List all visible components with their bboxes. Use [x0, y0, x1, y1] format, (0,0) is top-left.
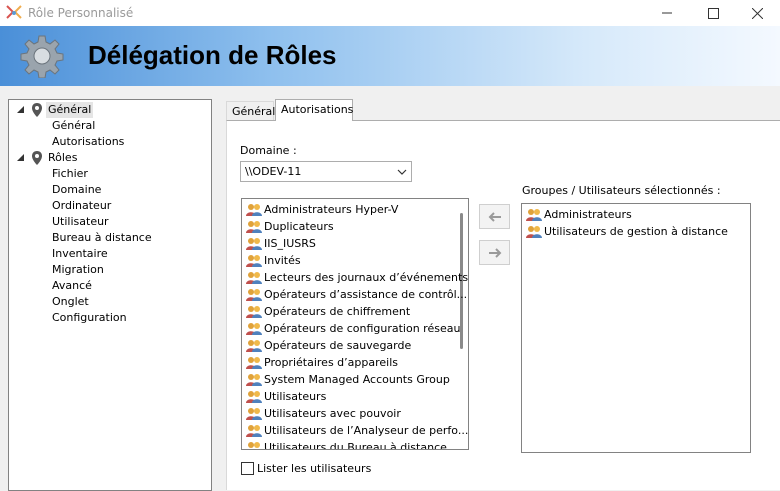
tree-item-general[interactable]: Général [52, 118, 95, 134]
navigation-tree: Général Général Autorisations Rôles Fich… [8, 99, 212, 491]
user-group-icon [246, 255, 262, 267]
tree-item-utilisateur[interactable]: Utilisateur [52, 214, 109, 230]
list-users-label: Lister les utilisateurs [257, 462, 372, 475]
tree-node-roles[interactable]: Rôles [17, 150, 197, 166]
user-group-icon [248, 442, 260, 448]
user-group-icon [246, 391, 262, 403]
user-group-icon [246, 408, 262, 420]
list-item-label: Duplicateurs [264, 220, 334, 233]
domain-label: Domaine : [240, 144, 297, 157]
page-title: Délégation de Rôles [88, 40, 337, 70]
close-button[interactable] [734, 0, 780, 26]
list-item-label: Propriétaires d’appareils [264, 356, 398, 369]
user-group-icon [246, 340, 262, 352]
tab-autorisations[interactable]: Autorisations [275, 99, 353, 121]
list-item-label: Opérateurs d’assistance de contrôl... [264, 288, 468, 301]
user-group-icon [246, 272, 262, 284]
list-item-label: System Managed Accounts Group [264, 373, 450, 386]
tree-node-label: Général [46, 102, 94, 118]
domain-select[interactable]: \\ODEV-11 [240, 161, 412, 182]
arrow-left-icon [488, 211, 501, 222]
tree-item-autorisations[interactable]: Autorisations [52, 134, 124, 150]
minimize-button[interactable] [644, 0, 690, 26]
list-users-checkbox[interactable] [241, 462, 254, 475]
user-group-icon [246, 374, 262, 386]
tree-item-ordinateur[interactable]: Ordinateur [52, 198, 111, 214]
tree-item-migration[interactable]: Migration [52, 262, 104, 278]
user-group-icon [246, 306, 262, 318]
selected-groups-list[interactable]: Administrateurs Utilisateurs de gestion à… [521, 203, 751, 453]
user-group-icon [526, 209, 542, 221]
list-item-label: Invités [264, 254, 301, 267]
remove-group-button[interactable] [479, 240, 510, 265]
list-item-label: Administrateurs Hyper-V [264, 203, 399, 216]
list-item-label: Opérateurs de sauvegarde [264, 339, 412, 352]
gear-icon [20, 35, 64, 78]
expand-arrow-icon[interactable] [17, 106, 24, 113]
user-group-icon [246, 289, 262, 301]
selected-groups-label: Groupes / Utilisateurs sélectionnés : [522, 184, 721, 197]
tree-item-onglet[interactable]: Onglet [52, 294, 89, 310]
list-item-label: IIS_IUSRS [264, 237, 316, 250]
list-item-label: Utilisateurs de l’Analyseur de perfo... [264, 424, 469, 437]
tree-item-fichier[interactable]: Fichier [52, 166, 88, 182]
available-groups-list[interactable]: Administrateurs Hyper-V Duplicateurs IIS_I… [241, 198, 469, 450]
list-item-label: Utilisateurs du Bureau à distance [264, 441, 447, 450]
title-bar: Rôle Personnalisé [0, 0, 780, 26]
add-group-button[interactable] [479, 204, 510, 229]
list-item-label: Utilisateurs avec pouvoir [264, 407, 401, 420]
maximize-button[interactable] [690, 0, 736, 26]
expand-arrow-icon[interactable] [17, 154, 24, 161]
location-pin-icon [32, 151, 42, 165]
app-icon [6, 5, 22, 19]
tab-general[interactable]: Général [226, 101, 275, 121]
user-group-icon [246, 204, 262, 216]
user-group-icon [246, 238, 262, 250]
list-item-label: Opérateurs de chiffrement [264, 305, 411, 318]
list-item-label: Lecteurs des journaux d’événements [264, 271, 469, 284]
tree-node-general[interactable]: Général [17, 102, 197, 118]
user-group-icon [246, 323, 262, 335]
user-group-icon [246, 425, 262, 437]
list-item-label: Utilisateurs [264, 390, 327, 403]
tree-item-configuration[interactable]: Configuration [52, 310, 127, 326]
location-pin-icon [32, 103, 42, 117]
tree-node-label: Rôles [48, 151, 78, 164]
close-icon [751, 7, 763, 19]
chevron-down-icon [397, 169, 407, 175]
user-group-icon [526, 226, 542, 238]
domain-select-value: \\ODEV-11 [245, 165, 302, 178]
list-item-label: Opérateurs de configuration réseau [264, 322, 461, 335]
user-group-icon [246, 357, 262, 369]
window-title: Rôle Personnalisé [28, 6, 134, 20]
list-item-label: Utilisateurs de gestion à distance [544, 225, 728, 238]
tree-item-avance[interactable]: Avancé [52, 278, 92, 294]
header-banner: Délégation de Rôles [0, 26, 780, 86]
tree-item-inventaire[interactable]: Inventaire [52, 246, 108, 262]
list-item-label: Administrateurs [544, 208, 632, 221]
arrow-right-icon [488, 247, 501, 258]
tree-item-bureau-a-distance[interactable]: Bureau à distance [52, 230, 152, 246]
maximize-icon [707, 7, 719, 19]
user-group-icon [246, 221, 262, 233]
tree-item-domaine[interactable]: Domaine [52, 182, 101, 198]
minimize-icon [662, 12, 672, 14]
